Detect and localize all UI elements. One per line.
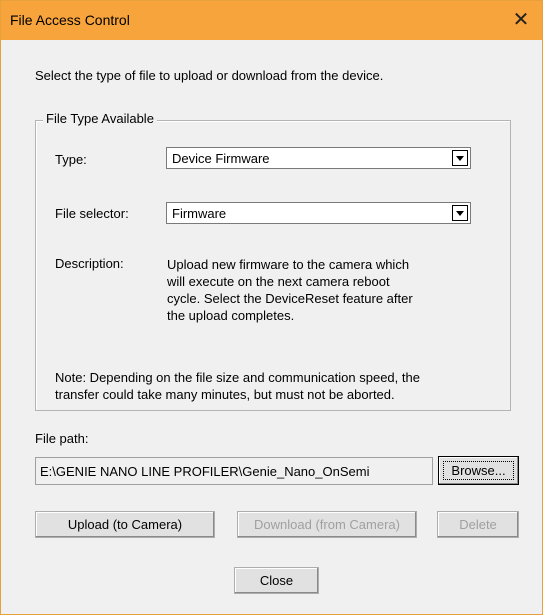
type-dropdown[interactable]: Device Firmware: [166, 147, 471, 169]
description-text: Upload new firmware to the camera which …: [167, 256, 467, 324]
note-line: Note: Depending on the file size and com…: [55, 370, 420, 385]
file-access-control-dialog: File Access Control ✕ Select the type of…: [0, 0, 543, 615]
file-path-value: E:\GENIE NANO LINE PROFILER\Genie_Nano_O…: [40, 464, 370, 479]
groupbox-legend: File Type Available: [43, 111, 157, 126]
chevron-down-icon[interactable]: [452, 150, 468, 166]
file-selector-dropdown[interactable]: Firmware: [166, 202, 471, 224]
type-label: Type:: [55, 152, 87, 167]
description-line: Upload new firmware to the camera which: [167, 257, 410, 272]
intro-text: Select the type of file to upload or dow…: [35, 68, 384, 83]
download-button[interactable]: Download (from Camera): [237, 511, 417, 538]
close-icon[interactable]: ✕: [510, 9, 532, 31]
file-selector-value: Firmware: [172, 206, 227, 221]
file-selector-label: File selector:: [55, 206, 129, 221]
type-dropdown-value: Device Firmware: [172, 151, 270, 166]
file-path-field[interactable]: E:\GENIE NANO LINE PROFILER\Genie_Nano_O…: [35, 457, 433, 485]
file-path-label: File path:: [35, 431, 89, 446]
note-line: transfer could take many minutes, but mu…: [55, 387, 395, 402]
title-bar: File Access Control ✕: [1, 1, 542, 40]
dialog-title: File Access Control: [10, 12, 130, 28]
browse-button[interactable]: Browse...: [438, 456, 519, 485]
description-line: cycle. Select the DeviceReset feature af…: [167, 291, 413, 306]
browse-button-label: Browse...: [443, 461, 514, 480]
description-line: will execute on the next camera reboot: [167, 274, 390, 289]
close-button[interactable]: Close: [234, 567, 319, 594]
upload-button[interactable]: Upload (to Camera): [35, 511, 215, 538]
chevron-down-icon[interactable]: [452, 205, 468, 221]
note-text: Note: Depending on the file size and com…: [55, 369, 505, 403]
description-label: Description:: [55, 256, 124, 271]
description-line: the upload completes.: [167, 308, 295, 323]
delete-button[interactable]: Delete: [437, 511, 519, 538]
